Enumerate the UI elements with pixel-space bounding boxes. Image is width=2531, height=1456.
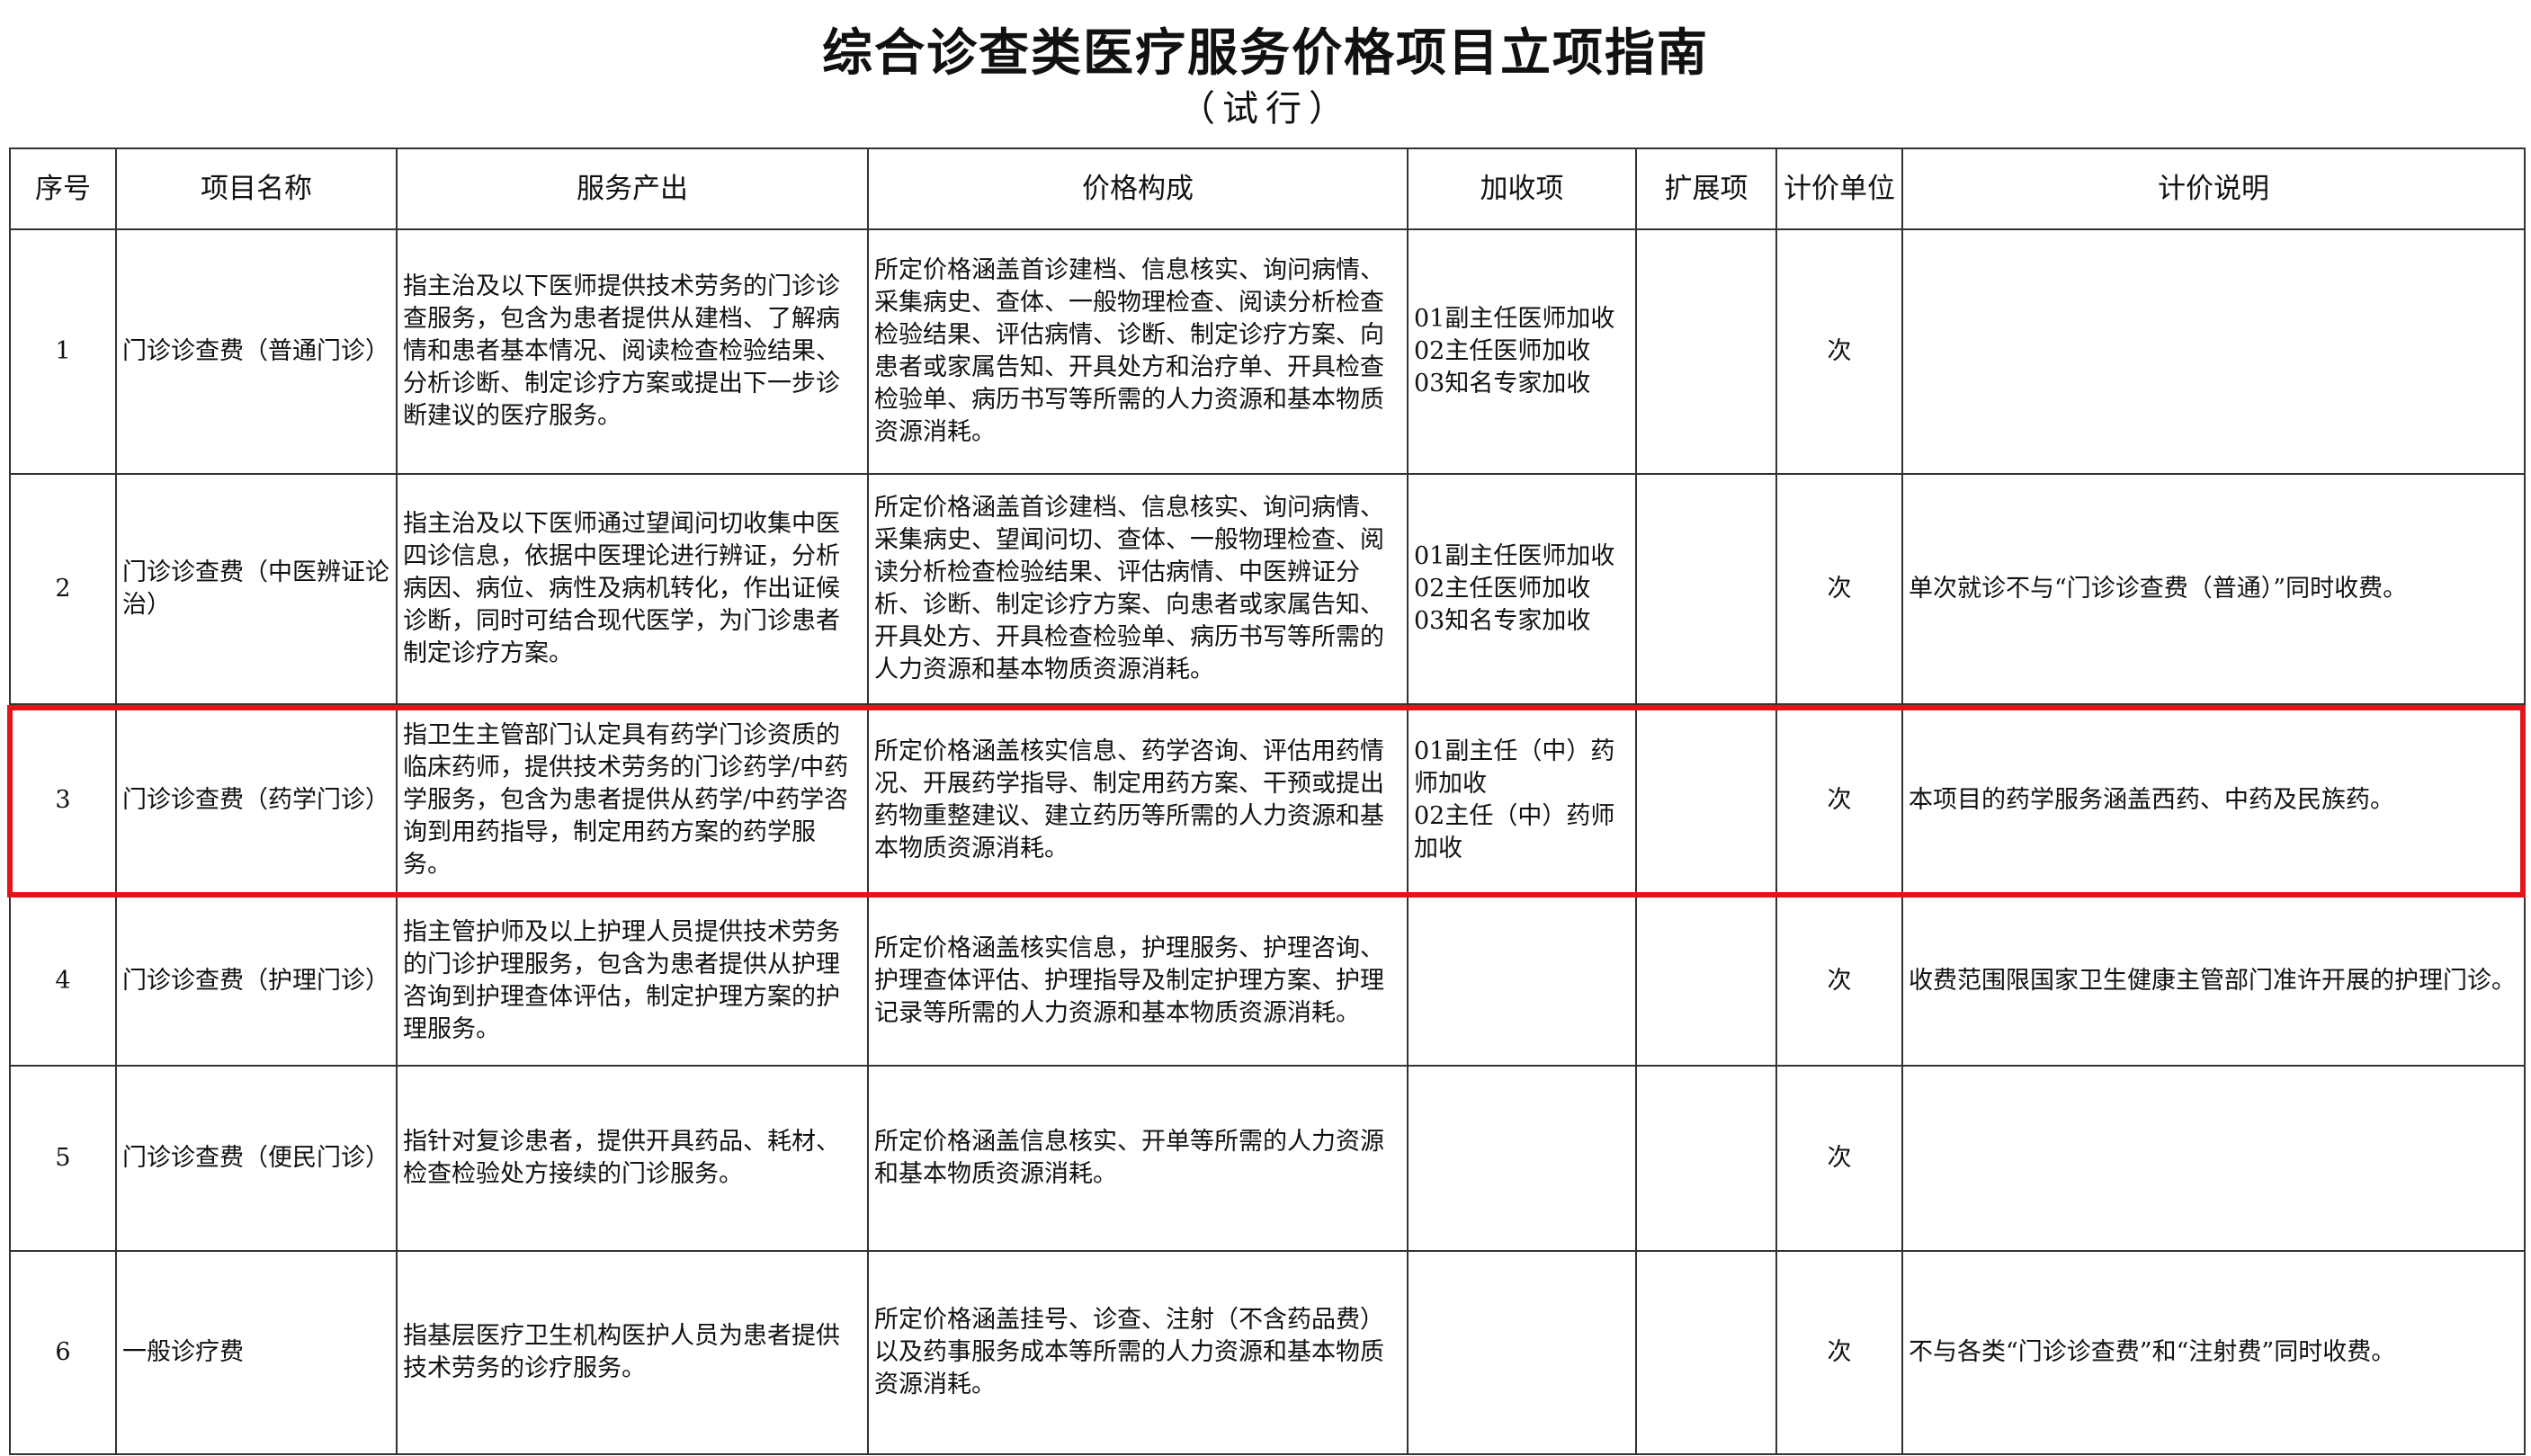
- cell-name: 门诊诊查费（便民门诊）: [115, 1065, 398, 1252]
- header-extension: 扩展项: [1635, 147, 1777, 230]
- table-row: 2 门诊诊查费（中医辨证论治） 指主治及以下医师通过望闻问切收集中医四诊信息，依…: [9, 473, 2526, 705]
- surcharge-item: 01副主任医师加收: [1414, 542, 1615, 570]
- cell-surcharge: 01副主任医师加收 02主任医师加收 03知名专家加收: [1407, 228, 1637, 475]
- cell-name: 门诊诊查费（普通门诊）: [115, 228, 398, 475]
- cell-output: 指针对复诊患者，提供开具药品、耗材、检查检验处方接续的门诊服务。: [396, 1065, 869, 1252]
- cell-index: 6: [9, 1250, 117, 1455]
- cell-surcharge: [1407, 896, 1637, 1067]
- cell-output: 指基层医疗卫生机构医护人员为患者提供技术劳务的诊疗服务。: [396, 1250, 869, 1455]
- cell-composition: 所定价格涵盖信息核实、开单等所需的人力资源和基本物质资源消耗。: [867, 1065, 1409, 1252]
- cell-output: 指主管护师及以上护理人员提供技术劳务的门诊护理服务，包含为患者提供从护理咨询到护…: [396, 896, 869, 1067]
- cell-surcharge: 01副主任医师加收 02主任医师加收 03知名专家加收: [1407, 473, 1637, 705]
- header-name: 项目名称: [115, 147, 398, 230]
- cell-extension: [1635, 1065, 1777, 1252]
- cell-note: 本项目的药学服务涵盖西药、中药及民族药。: [1901, 703, 2526, 898]
- cell-composition: 所定价格涵盖挂号、诊查、注射（不含药品费）以及药事服务成本等所需的人力资源和基本…: [867, 1250, 1409, 1455]
- header-index: 序号: [9, 147, 117, 230]
- surcharge-item: 02主任医师加收: [1414, 575, 1591, 603]
- surcharge-item: 03知名专家加收: [1414, 370, 1591, 397]
- cell-output: 指卫生主管部门认定具有药学门诊资质的临床药师，提供技术劳务的门诊药学/中药学服务…: [396, 703, 869, 898]
- table-row-highlighted: 3 门诊诊查费（药学门诊） 指卫生主管部门认定具有药学门诊资质的临床药师，提供技…: [9, 703, 2526, 898]
- table-row: 4 门诊诊查费（护理门诊） 指主管护师及以上护理人员提供技术劳务的门诊护理服务，…: [9, 896, 2526, 1067]
- table-row: 1 门诊诊查费（普通门诊） 指主治及以下医师提供技术劳务的门诊诊查服务，包含为患…: [9, 228, 2526, 475]
- cell-index: 4: [9, 896, 117, 1067]
- cell-extension: [1635, 896, 1777, 1067]
- cell-name: 门诊诊查费（中医辨证论治）: [115, 473, 398, 705]
- cell-extension: [1635, 228, 1777, 475]
- cell-note: 不与各类“门诊诊查费”和“注射费”同时收费。: [1901, 1250, 2526, 1455]
- cell-surcharge: [1407, 1065, 1637, 1252]
- header-surcharge: 加收项: [1407, 147, 1637, 230]
- cell-note: [1901, 1065, 2526, 1252]
- cell-output: 指主治及以下医师通过望闻问切收集中医四诊信息，依据中医理论进行辨证，分析病因、病…: [396, 473, 869, 705]
- table-header-row: 序号 项目名称 服务产出 价格构成 加收项 扩展项 计价单位 计价说明: [9, 147, 2526, 230]
- cell-note: [1901, 228, 2526, 475]
- surcharge-item: 02主任医师加收: [1414, 337, 1591, 365]
- surcharge-item: 01副主任（中）药师加收: [1414, 737, 1615, 798]
- cell-extension: [1635, 703, 1777, 898]
- cell-output: 指主治及以下医师提供技术劳务的门诊诊查服务，包含为患者提供从建档、了解病情和患者…: [396, 228, 869, 475]
- cell-surcharge: [1407, 1250, 1637, 1455]
- cell-composition: 所定价格涵盖核实信息，护理服务、护理咨询、护理查体评估、护理指导及制定护理方案、…: [867, 896, 1409, 1067]
- cell-note: 收费范围限国家卫生健康主管部门准许开展的护理门诊。: [1901, 896, 2526, 1067]
- cell-name: 一般诊疗费: [115, 1250, 398, 1455]
- header-note: 计价说明: [1901, 147, 2526, 230]
- header-unit: 计价单位: [1775, 147, 1903, 230]
- cell-name: 门诊诊查费（护理门诊）: [115, 896, 398, 1067]
- cell-unit: 次: [1775, 473, 1903, 705]
- document-subtitle: （试行）: [1179, 88, 1352, 130]
- cell-composition: 所定价格涵盖首诊建档、信息核实、询问病情、采集病史、望闻问切、查体、一般物理检查…: [867, 473, 1409, 705]
- cell-unit: 次: [1775, 228, 1903, 475]
- surcharge-item: 02主任（中）药师加收: [1414, 802, 1615, 862]
- cell-unit: 次: [1775, 1065, 1903, 1252]
- cell-composition: 所定价格涵盖首诊建档、信息核实、询问病情、采集病史、查体、一般物理检查、阅读分析…: [867, 228, 1409, 475]
- cell-unit: 次: [1775, 896, 1903, 1067]
- document-title: 综合诊查类医疗服务价格项目立项指南: [822, 24, 1709, 83]
- cell-index: 5: [9, 1065, 117, 1252]
- cell-name: 门诊诊查费（药学门诊）: [115, 703, 398, 898]
- cell-index: 1: [9, 228, 117, 475]
- cell-composition: 所定价格涵盖核实信息、药学咨询、评估用药情况、开展药学指导、制定用药方案、干预或…: [867, 703, 1409, 898]
- cell-index: 3: [9, 703, 117, 898]
- surcharge-item: 01副主任医师加收: [1414, 305, 1615, 333]
- cell-surcharge: 01副主任（中）药师加收 02主任（中）药师加收: [1407, 703, 1637, 898]
- table-row: 6 一般诊疗费 指基层医疗卫生机构医护人员为患者提供技术劳务的诊疗服务。 所定价…: [9, 1250, 2526, 1455]
- surcharge-item: 03知名专家加收: [1414, 607, 1591, 635]
- cell-index: 2: [9, 473, 117, 705]
- cell-unit: 次: [1775, 1250, 1903, 1455]
- header-composition: 价格构成: [867, 147, 1409, 230]
- cell-note: 单次就诊不与“门诊诊查费（普通）”同时收费。: [1901, 473, 2526, 705]
- cell-unit: 次: [1775, 703, 1903, 898]
- cell-extension: [1635, 1250, 1777, 1455]
- header-output: 服务产出: [396, 147, 869, 230]
- cell-extension: [1635, 473, 1777, 705]
- table-row: 5 门诊诊查费（便民门诊） 指针对复诊患者，提供开具药品、耗材、检查检验处方接续…: [9, 1065, 2526, 1252]
- pricing-table: 序号 项目名称 服务产出 价格构成 加收项 扩展项 计价单位 计价说明 1 门诊…: [9, 147, 2526, 1455]
